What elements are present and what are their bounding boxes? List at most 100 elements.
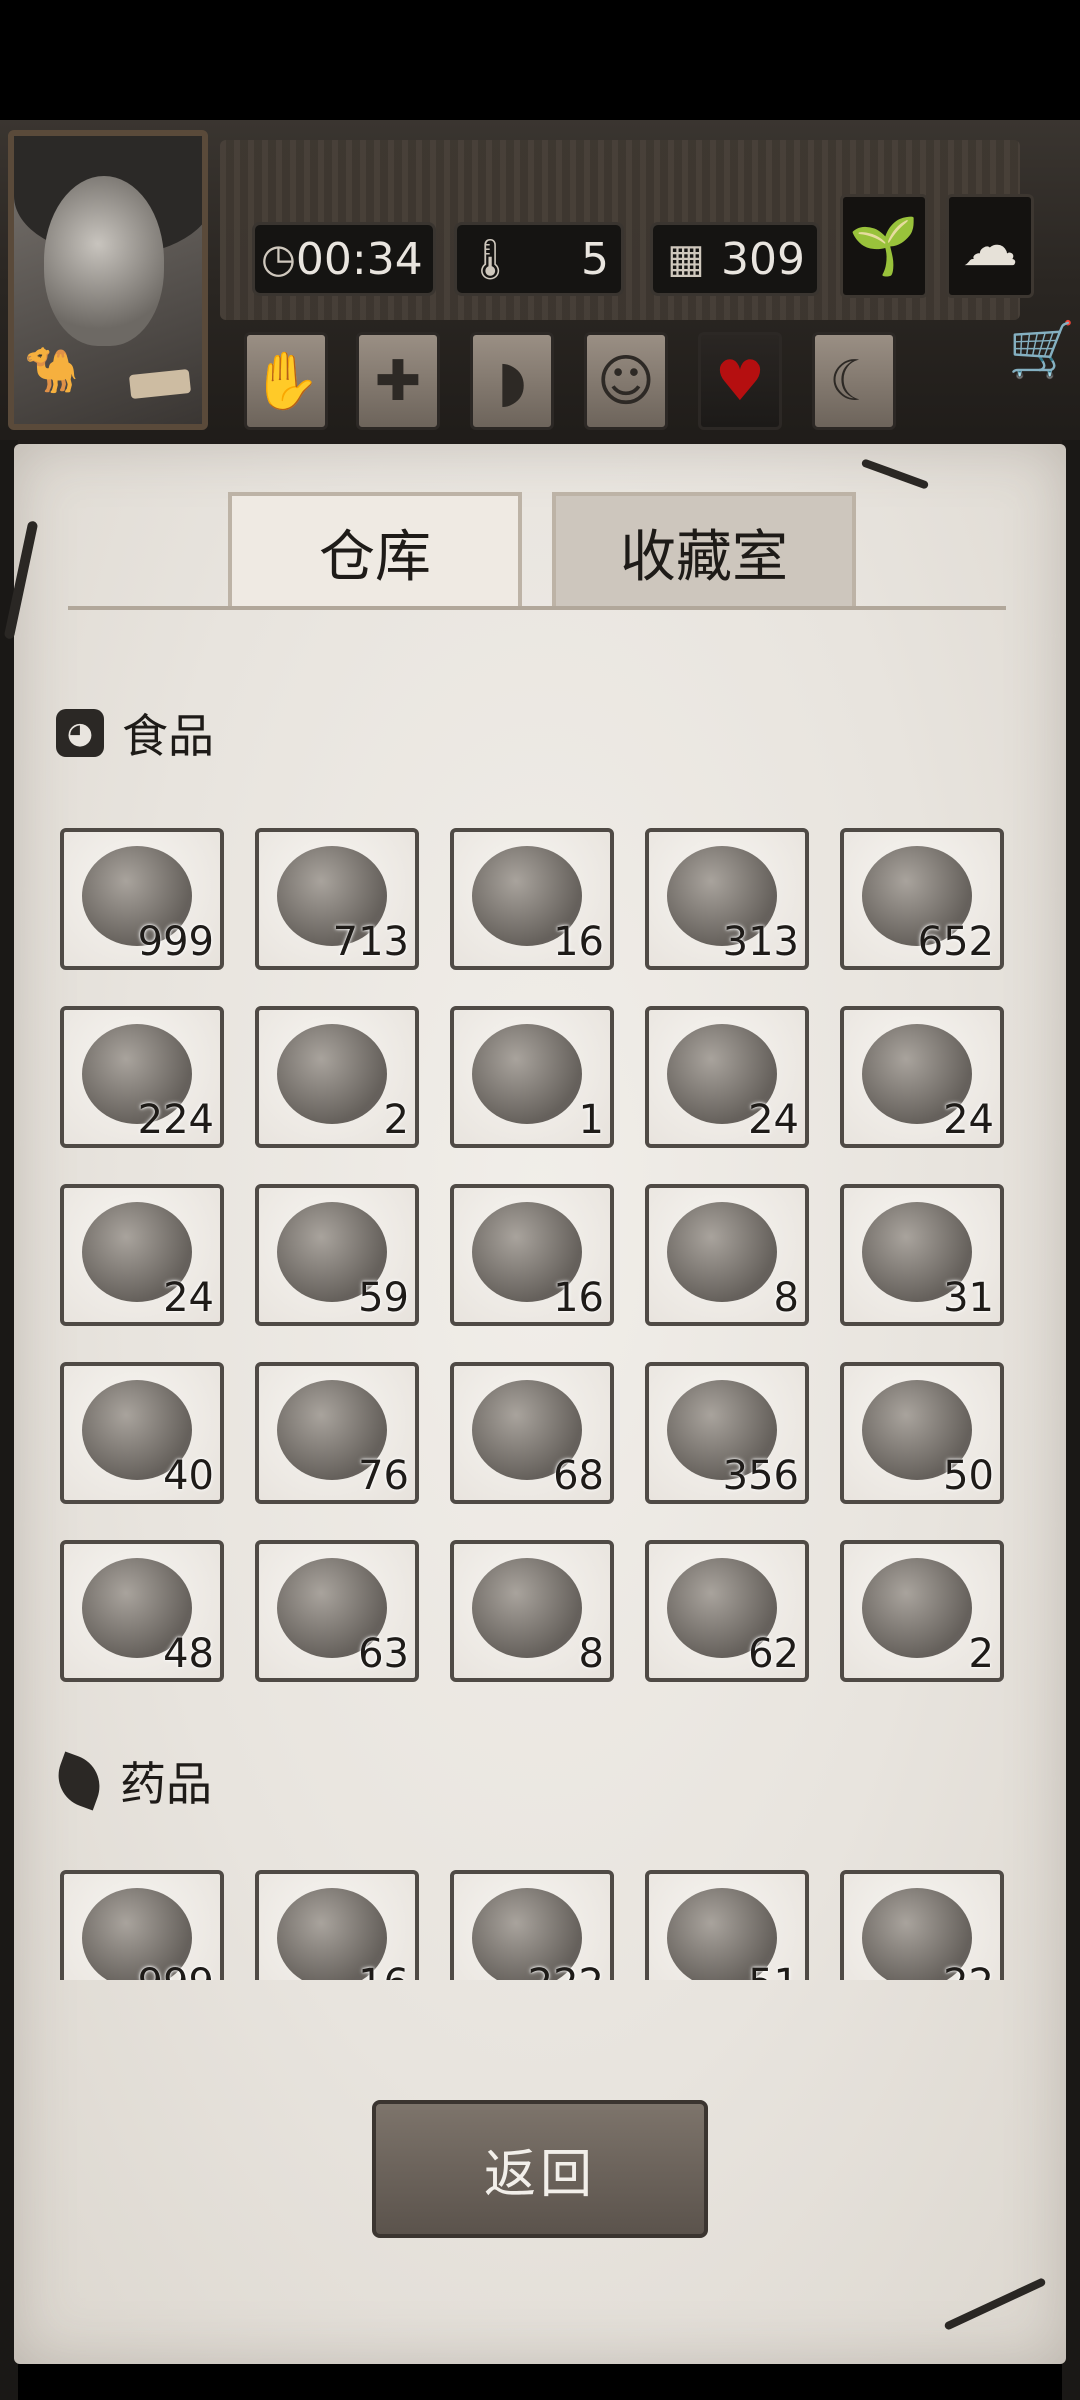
day-value: 309 (721, 233, 805, 285)
food-section-header: ◕ 食品 (56, 700, 214, 766)
item-quantity: 24 (943, 1097, 994, 1143)
thermometer-icon: 🌡 (464, 236, 516, 283)
item-quantity: 50 (943, 1453, 994, 1499)
inventory-slot-trout[interactable]: 48 (60, 1540, 224, 1682)
tab-collection[interactable]: 收藏室 (552, 492, 856, 608)
item-quantity: 59 (358, 1275, 409, 1321)
inventory-slot-coconut[interactable]: 713 (255, 828, 419, 970)
heart-button[interactable]: ♥ (698, 332, 782, 430)
candy-cane-icon (667, 1202, 777, 1302)
time-display: ◷ 00:34 (252, 222, 436, 296)
inventory-slot-candy-cane[interactable]: 8 (645, 1184, 809, 1326)
inventory-slot-butterfly-fish[interactable]: 50 (840, 1362, 1004, 1504)
inventory-slot-bacon[interactable]: 24 (840, 1006, 1004, 1148)
hand-icon: ✋ (251, 349, 321, 414)
medicine-section-title: 药品 (120, 1757, 212, 1811)
item-quantity: 313 (722, 919, 799, 965)
inventory-slot-herbs[interactable]: 999 (60, 1870, 224, 1980)
inventory-slot-medicine-bottle[interactable]: 22 (840, 1870, 1004, 1980)
inventory-slot-bean[interactable]: 2 (255, 1006, 419, 1148)
medicine-section-header: 药品 (49, 1748, 212, 1814)
item-quantity: 2 (383, 1097, 409, 1143)
item-quantity: 24 (163, 1275, 214, 1321)
item-quantity: 16 (553, 1275, 604, 1321)
wooden-bowl-icon (472, 1558, 582, 1658)
item-quantity: 16 (358, 1962, 409, 1980)
shopping-cart-icon[interactable]: 🛒 (1008, 318, 1075, 382)
inventory-slot-santa-sack[interactable]: 40 (60, 1362, 224, 1504)
inventory-slot-dried-fish[interactable]: 24 (645, 1006, 809, 1148)
temperature-value: 5 (581, 233, 609, 285)
tab-storage[interactable]: 仓库 (228, 492, 522, 608)
status-bar-area (0, 0, 1080, 120)
item-quantity: 999 (138, 1962, 214, 1980)
health-button[interactable]: ✚ (356, 332, 440, 430)
item-quantity: 24 (748, 1097, 799, 1143)
inventory-slot-meat-steak[interactable]: 999 (60, 828, 224, 970)
inventory-slot-gingerbread-man[interactable]: 16 (450, 1184, 614, 1326)
stomach-icon: ◗ (497, 348, 527, 414)
clock-icon: ◷ (261, 236, 296, 282)
item-quantity: 1 (578, 1097, 604, 1143)
tab-divider (68, 606, 1006, 610)
camel-icon: 🐪 (24, 345, 79, 396)
item-quantity: 713 (332, 919, 409, 965)
inventory-slot-bowl-of-stew[interactable]: 59 (255, 1184, 419, 1326)
inventory-slot-sea-cucumber[interactable]: 76 (255, 1362, 419, 1504)
item-quantity: 224 (137, 1097, 214, 1143)
meat-icon: ◕ (56, 709, 104, 757)
item-quantity: 8 (773, 1275, 799, 1321)
item-quantity: 2 (968, 1631, 994, 1677)
inventory-slot-medicine-bowl[interactable]: 222 (450, 1870, 614, 1980)
inventory-slot-roast-meat[interactable]: 62 (645, 1540, 809, 1682)
back-button[interactable]: 返回 (372, 2100, 708, 2238)
temperature-display: 🌡 5 (454, 222, 624, 296)
sanity-head-icon: ☺ (596, 348, 656, 414)
food-grid: 999 713 16 313 652 224 2 1 24 24 24 59 16 8 31 40 76 68 35… (60, 828, 1008, 1682)
inventory-slot-salmon[interactable]: 356 (645, 1362, 809, 1504)
hunger-button[interactable]: ◗ (470, 332, 554, 430)
calendar-icon: ▦ (667, 236, 705, 282)
item-quantity: 68 (553, 1453, 604, 1499)
food-section-title: 食品 (122, 709, 214, 763)
day-display: ▦ 309 (650, 222, 820, 296)
inventory-slot-kebab[interactable]: 1 (450, 1006, 614, 1148)
inventory-slot-honeycomb[interactable]: 652 (840, 828, 1004, 970)
portrait-tag (128, 368, 192, 400)
inventory-slot-bandage[interactable]: 16 (255, 1870, 419, 1980)
cloud-icon: ☁ (962, 213, 1018, 279)
face-art (44, 176, 164, 346)
item-quantity: 8 (578, 1631, 604, 1677)
hand-button[interactable]: ✋ (244, 332, 328, 430)
sprout-button[interactable]: 🌱 (840, 194, 928, 298)
sanity-button[interactable]: ☺ (584, 332, 668, 430)
item-quantity: 62 (748, 1631, 799, 1677)
inventory-slot-grilled-meat[interactable]: 313 (645, 828, 809, 970)
item-quantity: 16 (553, 919, 604, 965)
leaf-icon (49, 1751, 109, 1811)
sprout-icon: 🌱 (849, 214, 919, 279)
item-quantity: 31 (943, 1275, 994, 1321)
bean-icon (277, 1024, 387, 1124)
health-cross-icon: ✚ (374, 348, 422, 414)
character-portrait[interactable]: 🐪 (8, 130, 208, 430)
inventory-slot-canned-tea[interactable]: 16 (450, 828, 614, 970)
kebab-icon (472, 1024, 582, 1124)
inventory-slot-puffer-fish[interactable]: 68 (450, 1362, 614, 1504)
item-quantity: 40 (163, 1453, 214, 1499)
inventory-slot-ginseng[interactable]: 51 (645, 1870, 809, 1980)
item-quantity: 48 (163, 1631, 214, 1677)
item-quantity: 22 (943, 1962, 994, 1980)
medicine-grid: 999 16 222 51 22 (60, 1870, 1008, 1980)
inventory-slot-potato[interactable]: 224 (60, 1006, 224, 1148)
inventory-slot-jellyfish[interactable]: 63 (255, 1540, 419, 1682)
medicine-grid-viewport[interactable]: 999 16 222 51 22 (14, 1860, 1066, 1980)
inventory-slot-wooden-bowl[interactable]: 8 (450, 1540, 614, 1682)
inventory-slot-rice-balls[interactable]: 24 (60, 1184, 224, 1326)
item-quantity: 63 (358, 1631, 409, 1677)
moon-icon: ☾ (828, 348, 880, 414)
inventory-slot-porridge-bowl[interactable]: 31 (840, 1184, 1004, 1326)
moon-button[interactable]: ☾ (812, 332, 896, 430)
inventory-slot-hanging-gourd[interactable]: 2 (840, 1540, 1004, 1682)
weather-button[interactable]: ☁ (946, 194, 1034, 298)
